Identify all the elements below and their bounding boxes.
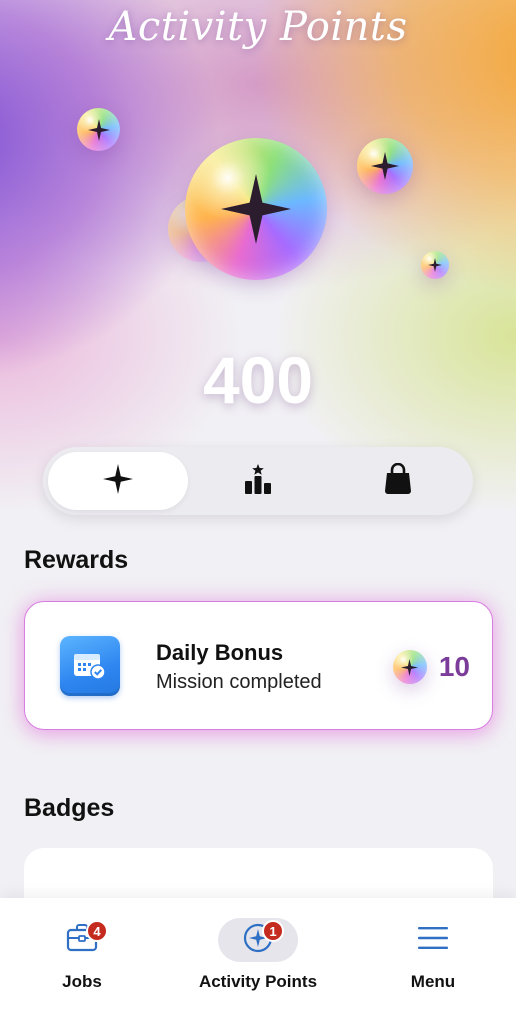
notification-badge: 4 <box>86 920 108 942</box>
tab-points[interactable] <box>48 452 188 510</box>
large-sparkle-bubble-icon <box>185 138 327 280</box>
points-tab-switcher <box>43 447 473 515</box>
leaderboard-icon <box>242 463 274 500</box>
medium-sparkle-bubble-icon <box>357 138 413 194</box>
nav-label: Menu <box>410 972 456 991</box>
notification-badge: 1 <box>262 920 284 942</box>
reward-name: Daily Bonus <box>156 640 284 665</box>
reward-status: Mission completed <box>156 671 322 693</box>
hamburger-icon <box>417 925 449 956</box>
calendar-check-icon <box>60 636 120 696</box>
page-title: Activity Points <box>108 4 408 50</box>
reward-points: 10 <box>392 650 470 684</box>
nav-label: Activity Points <box>198 972 318 991</box>
tab-shop[interactable] <box>328 452 468 510</box>
reward-card-daily-bonus[interactable]: Daily Bonus Mission completed 10 <box>24 601 493 730</box>
nav-item-menu[interactable]: Menu <box>393 898 473 1024</box>
sparkle-icon <box>103 463 133 499</box>
points-total: 400 <box>202 343 314 417</box>
tab-leaderboard[interactable] <box>188 452 328 510</box>
bottom-navigation: 4 Jobs 1 Activity Points Menu <box>0 898 516 1024</box>
nav-item-activity-points[interactable]: 1 Activity Points <box>188 898 328 1024</box>
nav-item-jobs[interactable]: 4 Jobs <box>42 898 122 1024</box>
tiny-sparkle-bubble-icon <box>421 251 449 279</box>
reward-points-value: 10 <box>438 651 470 682</box>
points-bubble-icon <box>392 650 427 684</box>
nav-label: Jobs <box>62 972 102 991</box>
shopping-bag-icon <box>383 462 413 500</box>
small-sparkle-bubble-icon <box>77 108 120 151</box>
badges-heading: Badges <box>24 794 115 822</box>
rewards-heading: Rewards <box>24 546 129 574</box>
